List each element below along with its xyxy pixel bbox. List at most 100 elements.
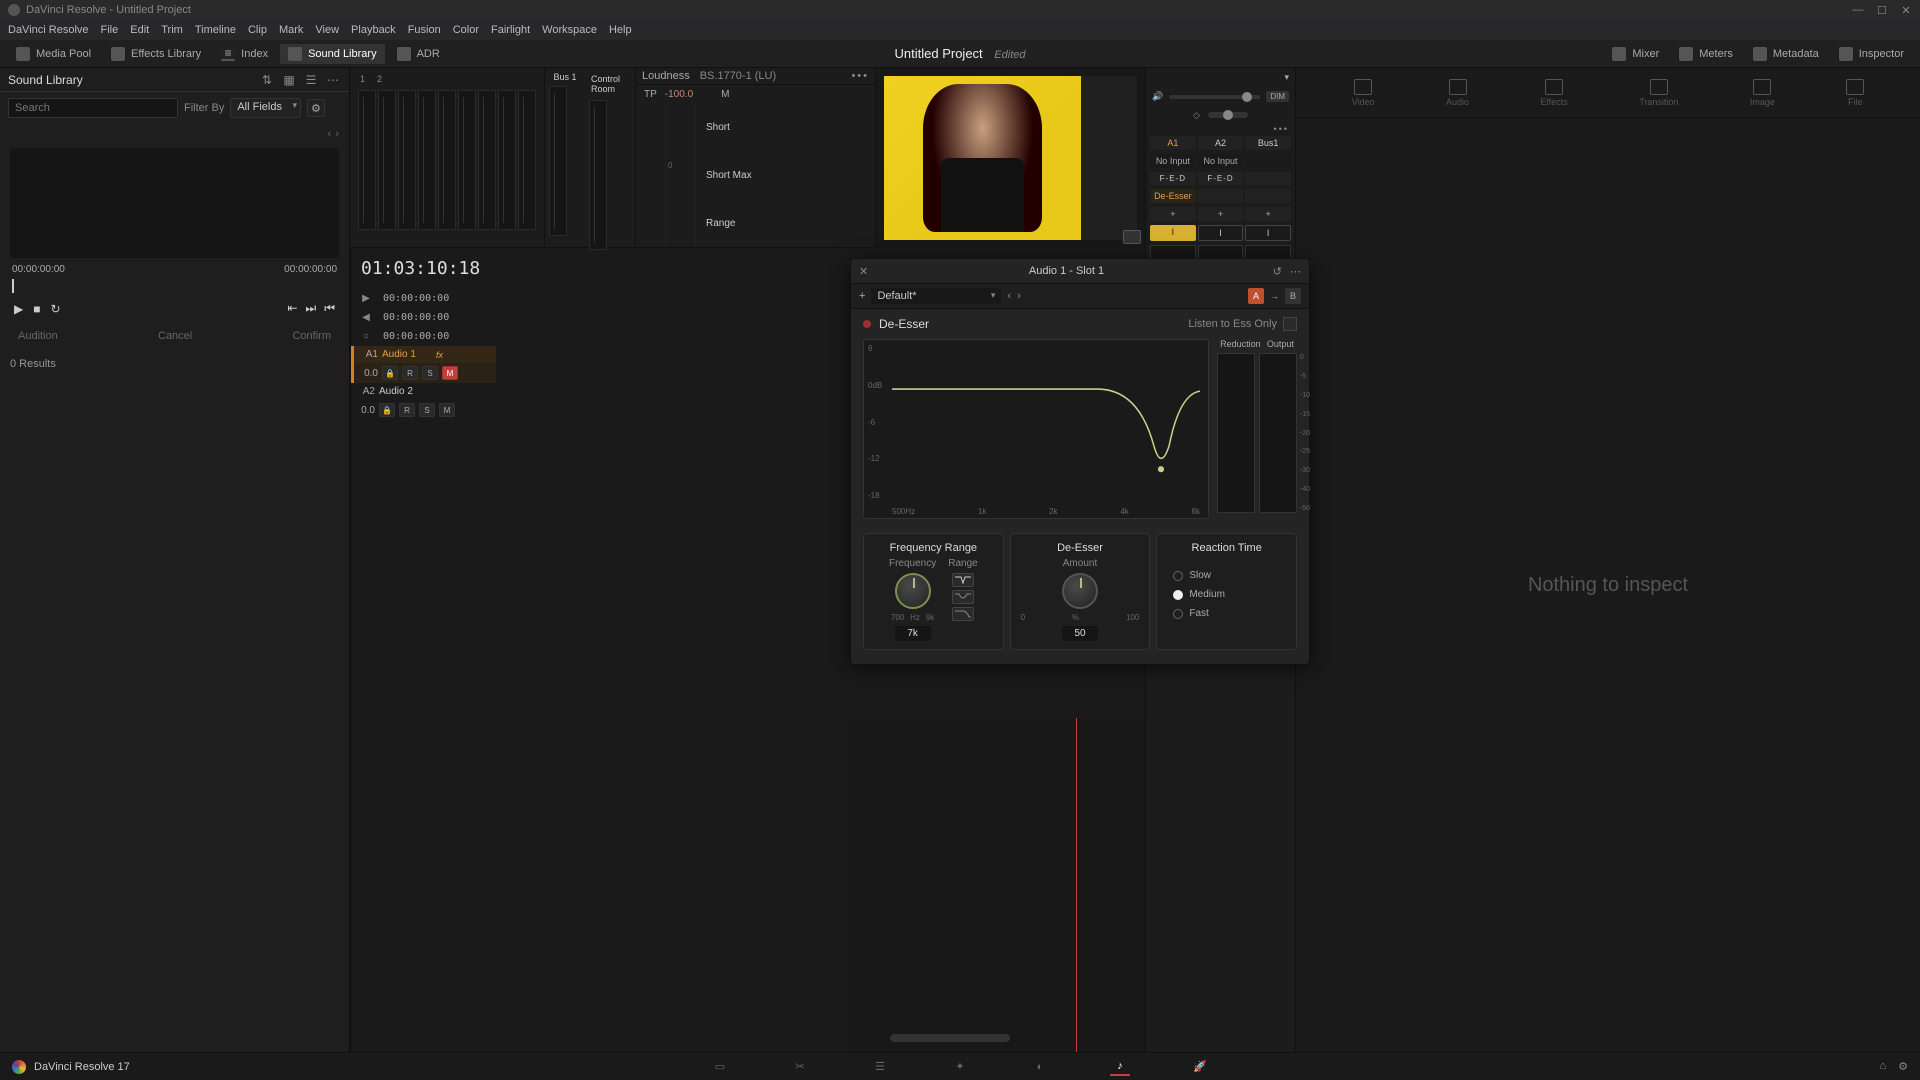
menu-clip[interactable]: Clip [248, 24, 267, 36]
track-a2-record[interactable]: R [399, 403, 415, 417]
range-shelf-button[interactable] [952, 607, 974, 621]
ab-a-button[interactable]: A [1248, 288, 1264, 304]
menu-workspace[interactable]: Workspace [542, 24, 597, 36]
track-a1-solo[interactable]: S [422, 366, 438, 380]
menu-file[interactable]: File [101, 24, 119, 36]
menu-trim[interactable]: Trim [161, 24, 183, 36]
plugin-close-button[interactable]: ✕ [859, 265, 868, 278]
stop-button[interactable]: ■ [33, 302, 40, 316]
tc-prev-icon[interactable]: ◀ [359, 312, 373, 323]
plugin-history-button[interactable]: ↺ [1273, 265, 1282, 278]
mix-add-fx-a2[interactable]: + [1198, 207, 1244, 221]
adr-button[interactable]: ADR [389, 44, 448, 64]
mix-head-bus[interactable]: Bus1 [1245, 136, 1291, 150]
range-notch-button[interactable] [952, 573, 974, 587]
frequency-value[interactable]: 7k [895, 626, 931, 641]
media-pool-button[interactable]: Media Pool [8, 44, 99, 64]
mix-insert-a2[interactable]: I [1198, 225, 1244, 241]
confirm-button[interactable]: Confirm [292, 330, 331, 342]
track-a1-lock[interactable] [382, 366, 398, 380]
menu-timeline[interactable]: Timeline [195, 24, 236, 36]
track-a2-lock[interactable] [379, 403, 395, 417]
page-fusion[interactable]: ✦ [950, 1058, 970, 1076]
mark-in-button[interactable]: ⇤ [287, 301, 297, 316]
menu-view[interactable]: View [315, 24, 339, 36]
sort-icon[interactable]: ⇅ [259, 72, 275, 88]
menu-fusion[interactable]: Fusion [408, 24, 441, 36]
track-a2-solo[interactable]: S [419, 403, 435, 417]
mix-add-fx-bus[interactable]: + [1245, 207, 1291, 221]
menu-help[interactable]: Help [609, 24, 632, 36]
preset-select[interactable]: Default* [871, 288, 1001, 304]
mixer-menu[interactable]: ••• [1146, 124, 1295, 134]
mix-input-a1[interactable]: No Input [1150, 154, 1196, 168]
reaction-medium[interactable]: Medium [1173, 589, 1280, 600]
inspector-tab-audio[interactable]: Audio [1446, 79, 1469, 107]
page-deliver[interactable]: 🚀 [1190, 1058, 1210, 1076]
timeline-scrollbar[interactable] [890, 1034, 1010, 1042]
reaction-fast[interactable]: Fast [1173, 608, 1280, 619]
maximize-button[interactable]: ☐ [1876, 4, 1888, 17]
track-a2-mute[interactable]: M [439, 403, 455, 417]
page-fairlight[interactable]: ♪ [1110, 1058, 1130, 1076]
range-wide-button[interactable] [952, 590, 974, 604]
dim-button[interactable]: DIM [1266, 91, 1289, 102]
mix-head-a2[interactable]: A2 [1198, 136, 1244, 150]
mix-input-bus[interactable] [1245, 154, 1291, 168]
filter-select[interactable]: All Fields [230, 98, 301, 118]
track-a2-db[interactable]: 0.0 [355, 405, 375, 416]
plugin-menu-button[interactable]: ⋯ [1290, 265, 1301, 278]
prev-button[interactable]: ⏮ [324, 301, 335, 316]
frequency-graph[interactable]: 6 0dB -6 -12 -18 500Hz 1k 2k 4k [863, 339, 1209, 519]
playhead[interactable] [1076, 718, 1077, 1052]
listen-checkbox[interactable] [1283, 317, 1297, 331]
home-button[interactable]: ⌂ [1879, 1060, 1886, 1073]
mix-head-a1[interactable]: A1 [1150, 136, 1196, 150]
track-a1-header[interactable]: A1 Audio 1 fx [351, 346, 496, 363]
preset-prev[interactable]: ‹ [1007, 290, 1011, 302]
plugin-window[interactable]: ✕ Audio 1 - Slot 1 ↺ ⋯ + Default* ‹ › A … [850, 258, 1310, 665]
sound-library-button[interactable]: Sound Library [280, 44, 385, 64]
menu-edit[interactable]: Edit [130, 24, 149, 36]
scrub-left[interactable]: ◇ [1193, 110, 1200, 121]
tc-loop-icon[interactable]: ○ [359, 331, 373, 342]
viewer-expand-button[interactable] [1123, 230, 1141, 244]
filter-options-button[interactable]: ⚙ [307, 99, 325, 117]
tc-play-icon[interactable]: ▶ [359, 293, 373, 304]
monitor-select[interactable]: ▾ [1284, 72, 1289, 83]
timeline-area[interactable] [850, 718, 1145, 1052]
more-icon[interactable]: ⋯ [325, 72, 341, 88]
list-view-icon[interactable]: ☰ [303, 72, 319, 88]
minimize-button[interactable]: — [1852, 4, 1864, 17]
menu-mark[interactable]: Mark [279, 24, 303, 36]
menu-playback[interactable]: Playback [351, 24, 396, 36]
mix-order-a1[interactable]: F-E-D [1150, 172, 1196, 185]
mix-effect-a1[interactable]: De-Esser [1150, 189, 1196, 203]
preset-next[interactable]: › [1017, 290, 1021, 302]
mix-add-fx-a1[interactable]: + [1150, 207, 1196, 221]
track-a2-header[interactable]: A2 Audio 2 [351, 383, 496, 400]
ab-swap-button[interactable]: → [1270, 291, 1279, 301]
page-media[interactable]: ▭ [710, 1058, 730, 1076]
scrub-handle[interactable] [1208, 112, 1248, 118]
index-button[interactable]: Index [213, 44, 276, 64]
loudness-menu[interactable]: ••• [851, 70, 869, 82]
monitor-volume-slider[interactable] [1169, 95, 1260, 99]
inspector-button[interactable]: Inspector [1831, 44, 1912, 64]
mix-insert-a1[interactable]: I [1150, 225, 1196, 241]
mix-input-a2[interactable]: No Input [1198, 154, 1244, 168]
loop-button[interactable]: ↻ [50, 302, 60, 316]
cancel-button[interactable]: Cancel [158, 330, 192, 342]
plugin-enable-dot[interactable] [863, 320, 871, 328]
amount-knob[interactable] [1062, 573, 1098, 609]
speaker-icon[interactable]: 🔊 [1152, 91, 1163, 102]
history-back[interactable]: ‹ [328, 128, 332, 140]
search-input[interactable] [8, 98, 178, 118]
meters-button[interactable]: Meters [1671, 44, 1741, 64]
inspector-tab-video[interactable]: Video [1352, 79, 1375, 107]
metadata-button[interactable]: Metadata [1745, 44, 1827, 64]
play-button[interactable]: ▶ [14, 302, 23, 316]
mix-insert-bus[interactable]: I [1245, 225, 1291, 241]
next-button[interactable]: ⏭ [305, 301, 316, 316]
track-a1-mute[interactable]: M [442, 366, 458, 380]
